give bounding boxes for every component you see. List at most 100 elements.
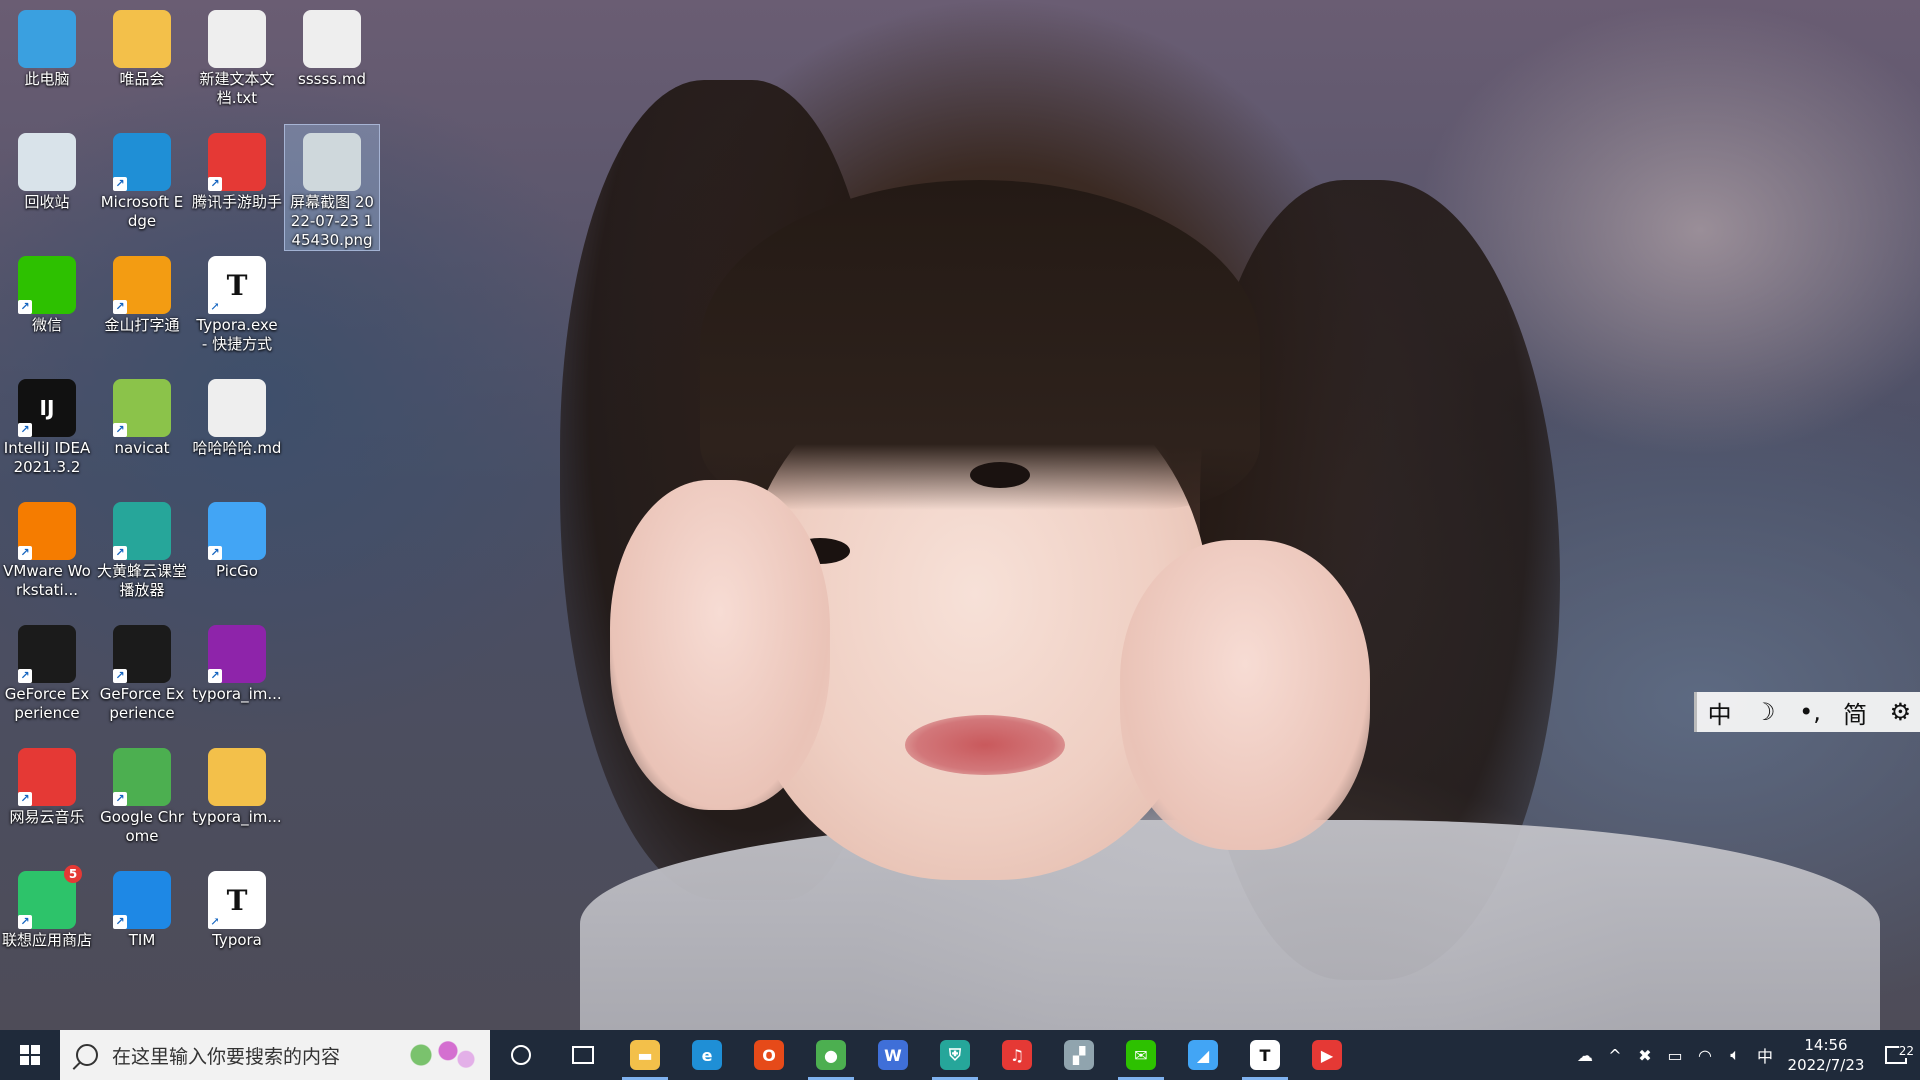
taskbar-app-notes-app[interactable]: ▞ [1048, 1030, 1110, 1080]
desktop-icon[interactable]: ↗ VMware Workstati... [0, 494, 94, 600]
desktop-icon[interactable]: IJ ↗ IntelliJ IDEA 2021.3.2 [0, 371, 94, 477]
battery-icon[interactable]: ▭ [1660, 1046, 1690, 1065]
desktop-icon[interactable]: ↗ GeForce Experience [95, 617, 189, 723]
edge-icon: ↗ [113, 133, 171, 191]
desktop-icon[interactable]: ↗ 网易云音乐 [0, 740, 94, 827]
markdown-file-icon [208, 379, 266, 437]
desktop-icon[interactable]: ↗ 5 联想应用商店 [0, 863, 94, 950]
netease-music-icon: ♫ [1002, 1040, 1032, 1070]
moon-icon[interactable]: ☽ [1747, 698, 1783, 726]
ime-toolbar[interactable]: 中 ☽ •, 简 ⚙ [1694, 692, 1920, 732]
geforce-icon: ↗ [113, 625, 171, 683]
desktop-icon-label: 腾讯手游助手 [192, 193, 283, 211]
volume-icon[interactable]: 🔈︎ [1720, 1045, 1750, 1065]
task-view-icon [572, 1046, 594, 1064]
taskbar-clock[interactable]: 14:56 2022/7/23 [1780, 1035, 1872, 1075]
desktop-icon-label: 新建文本文档.txt [199, 70, 275, 107]
edge-icon: e [692, 1040, 722, 1070]
desktop-icon[interactable]: ↗ typora_im... [190, 617, 284, 704]
gear-icon[interactable]: ⚙ [1882, 698, 1918, 726]
desktop-icon-label: navicat [114, 439, 170, 457]
network-error-icon[interactable]: ✖ [1630, 1046, 1660, 1065]
windows-logo-icon [20, 1045, 40, 1065]
desktop-icon-label: GeForce Experience [99, 685, 185, 722]
navicat-icon: ↗ [113, 379, 171, 437]
desktop-icon[interactable]: 新建文本文档.txt [190, 2, 284, 108]
shortcut-arrow-icon: ↗ [18, 792, 32, 806]
taskbar-app-iqiyi[interactable]: ▶ [1296, 1030, 1358, 1080]
shortcut-arrow-icon: ↗ [113, 669, 127, 683]
chrome-icon: ● [816, 1040, 846, 1070]
desktop-icon[interactable]: sssss.md [285, 2, 379, 89]
weather-icon[interactable]: ☁ [1570, 1046, 1600, 1065]
wps-writer-icon: W [878, 1040, 908, 1070]
typora-icon: T [1250, 1040, 1280, 1070]
desktop-icon[interactable]: 唯品会 [95, 2, 189, 89]
taskbar-search-box[interactable]: 在这里输入你要搜索的内容 [60, 1030, 490, 1080]
hornet-player-icon: ⛨ [940, 1040, 970, 1070]
taskbar-app-picgo[interactable]: ◢ [1172, 1030, 1234, 1080]
desktop-icon-label: 屏幕截图 2022-07-23 145430.png [290, 193, 374, 249]
desktop-icon[interactable]: ↗ 大黄蜂云课堂播放器 [95, 494, 189, 600]
text-file-icon [208, 10, 266, 68]
desktop-icon-label: 哈哈哈哈.md [192, 439, 282, 457]
desktop-icon[interactable]: ↗ 腾讯手游助手 [190, 125, 284, 212]
markdown-file-icon [303, 10, 361, 68]
desktop-icon[interactable]: ↗ Google Chrome [95, 740, 189, 846]
taskbar-app-chrome[interactable]: ● [800, 1030, 862, 1080]
desktop-icon-label: 网易云音乐 [9, 808, 85, 826]
wallpaper-lips [905, 715, 1065, 775]
desktop-icon[interactable]: 回收站 [0, 125, 94, 212]
kingsoft-typing-icon: ↗ [113, 256, 171, 314]
desktop-icon[interactable]: 屏幕截图 2022-07-23 145430.png [284, 124, 380, 251]
taskbar-app-edge[interactable]: e [676, 1030, 738, 1080]
desktop-icon[interactable]: ↗ PicGo [190, 494, 284, 581]
desktop-icon[interactable]: T ↗ Typora [190, 863, 284, 950]
taskbar-app-office[interactable]: O [738, 1030, 800, 1080]
charset-toggle[interactable]: 简 [1837, 695, 1873, 730]
taskbar-app-file-explorer[interactable]: ▬ [614, 1030, 676, 1080]
desktop-icon-label: 回收站 [24, 193, 70, 211]
wallpaper-hand [1120, 540, 1370, 850]
notification-count: 22 [1898, 1044, 1914, 1058]
desktop-icon[interactable]: ↗ navicat [95, 371, 189, 458]
desktop-icon[interactable]: ↗ 金山打字通 [95, 248, 189, 335]
ime-indicator[interactable]: 中 [1750, 1043, 1780, 1067]
desktop-icon[interactable]: ↗ GeForce Experience [0, 617, 94, 723]
show-hidden-icons-chevron-icon[interactable]: ^ [1600, 1046, 1630, 1065]
notes-app-icon: ▞ [1064, 1040, 1094, 1070]
desktop-icon-label: Microsoft Edge [100, 193, 184, 230]
desktop-icon[interactable]: ↗ Microsoft Edge [95, 125, 189, 231]
tencent-game-assistant-icon: ↗ [208, 133, 266, 191]
cortana-button[interactable] [490, 1030, 552, 1080]
taskbar-app-hornet-player[interactable]: ⛨ [924, 1030, 986, 1080]
shortcut-arrow-icon: ↗ [208, 915, 222, 929]
shortcut-arrow-icon: ↗ [113, 423, 127, 437]
desktop-icon-label: 联想应用商店 [2, 931, 93, 949]
notification-badge: 5 [64, 865, 82, 883]
taskbar-app-netease-music[interactable]: ♫ [986, 1030, 1048, 1080]
desktop-icon[interactable]: 哈哈哈哈.md [190, 371, 284, 458]
this-pc-icon [18, 10, 76, 68]
punctuation-toggle[interactable]: •, [1792, 698, 1828, 726]
shortcut-arrow-icon: ↗ [18, 546, 32, 560]
desktop-icon[interactable]: typora_im... [190, 740, 284, 827]
desktop-icon[interactable]: ↗ TIM [95, 863, 189, 950]
desktop-icon[interactable]: ↗ 微信 [0, 248, 94, 335]
task-view-button[interactable] [552, 1030, 614, 1080]
taskbar-app-wps-writer[interactable]: W [862, 1030, 924, 1080]
desktop-icon-label: 此电脑 [24, 70, 70, 88]
ime-mode-toggle[interactable]: 中 [1702, 695, 1738, 730]
desktop-icon[interactable]: 此电脑 [0, 2, 94, 89]
desktop-icon-label: TIM [128, 931, 156, 949]
taskbar-app-typora[interactable]: T [1234, 1030, 1296, 1080]
netease-music-icon: ↗ [18, 748, 76, 806]
hornet-player-icon: ↗ [113, 502, 171, 560]
taskbar-app-wechat[interactable]: ✉ [1110, 1030, 1172, 1080]
start-button[interactable] [0, 1030, 60, 1080]
action-center-button[interactable]: 22 [1872, 1044, 1920, 1064]
wifi-icon[interactable]: ◠ [1690, 1046, 1720, 1065]
file-explorer-icon: ▬ [630, 1040, 660, 1070]
cortana-circle-icon [511, 1045, 531, 1065]
desktop-icon[interactable]: T ↗ Typora.exe - 快捷方式 [190, 248, 284, 354]
